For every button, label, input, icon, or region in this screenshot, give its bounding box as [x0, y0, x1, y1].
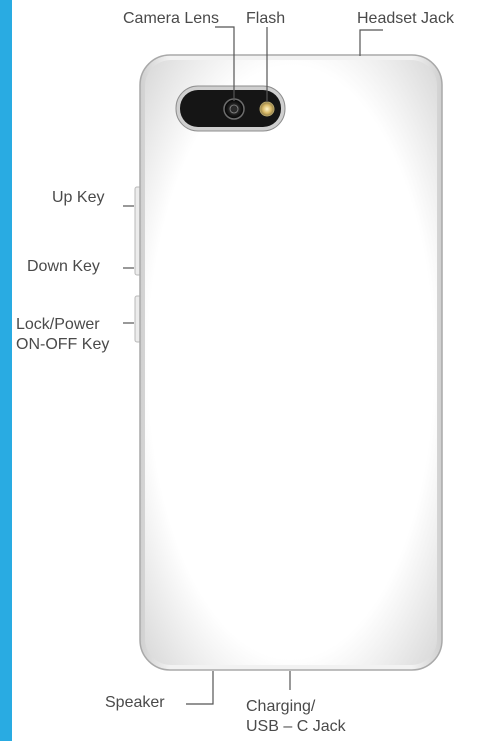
camera-module — [175, 85, 286, 132]
charging-label-line1: Charging/ — [246, 698, 316, 715]
charging-jack-label: Charging/ USB – C Jack — [246, 697, 346, 737]
camera-lens-label: Camera Lens — [123, 10, 220, 27]
charging-label-line2: USB – C Jack — [246, 718, 346, 735]
lock-power-label-line2: ON-OFF Key — [16, 336, 110, 353]
phone-back-diagram — [123, 26, 443, 705]
lock-power-label-line1: Lock/Power — [16, 316, 100, 333]
headset-jack-label: Headset Jack — [357, 10, 454, 27]
speaker-label: Speaker — [105, 694, 165, 711]
lock-power-key-label: Lock/Power ON-OFF Key — [16, 315, 109, 355]
flash-icon — [259, 101, 275, 117]
flash-label: Flash — [246, 10, 286, 27]
phone-body — [139, 54, 443, 671]
up-key-label: Up Key — [52, 189, 105, 206]
down-key-label: Down Key — [27, 258, 100, 275]
